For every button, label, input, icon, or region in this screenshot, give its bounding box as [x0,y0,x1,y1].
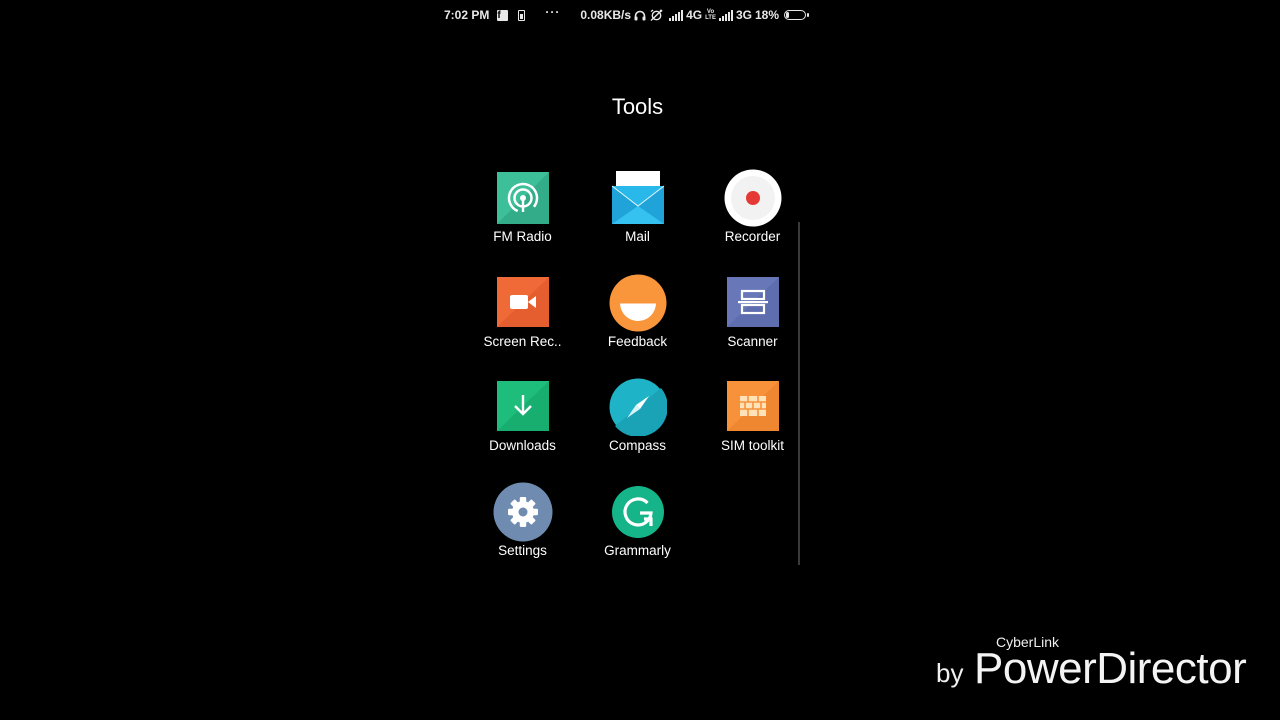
app-grammarly[interactable]: Grammarly [580,482,695,587]
scanner-icon [723,273,783,333]
download-icon [493,377,553,437]
signal-icon [718,9,733,21]
fm-radio-icon [493,168,553,228]
signal-icon [669,9,684,21]
facebook-icon: f [497,9,509,21]
app-label: Screen Rec.. [483,333,562,349]
app-recorder[interactable]: Recorder [695,168,810,273]
app-label: Scanner [727,333,778,349]
recorder-icon [723,168,783,228]
app-label: SIM toolkit [720,438,785,453]
app-label: Feedback [607,333,668,349]
volte-indicator: Vo LTE [705,9,716,21]
clipboard-icon [518,9,526,21]
mail-icon [608,168,668,228]
app-compass[interactable]: Compass [580,377,695,482]
sim-card-icon [723,377,783,437]
folder-title[interactable]: Tools [0,94,1275,120]
app-label: Mail [625,229,650,244]
app-label: Compass [608,438,667,453]
compass-icon [608,377,668,437]
app-feedback[interactable]: Feedback [580,273,695,378]
app-grid: FM Radio Mail Recorder Screen Rec.. Feed… [465,168,811,586]
app-sim-toolkit[interactable]: SIM toolkit [695,377,810,482]
folder-scrollbar[interactable] [798,222,800,565]
grammarly-icon [608,482,668,542]
powerdirector-watermark: CyberLink by PowerDirector [930,634,1250,694]
gear-icon [493,482,553,542]
app-scanner[interactable]: Scanner [695,273,810,378]
app-downloads[interactable]: Downloads [465,377,580,482]
app-label: Recorder [724,229,781,244]
feedback-icon [608,273,668,333]
app-label: Grammarly [604,542,671,558]
alarm-off-icon [650,9,663,21]
battery-icon [784,10,810,20]
watermark-product: PowerDirector [974,644,1247,693]
watermark-by: by [936,658,964,688]
status-time: 7:02 PM [444,8,490,22]
headphones-icon [634,10,646,21]
app-fm-radio[interactable]: FM Radio [465,168,580,273]
app-label: FM Radio [493,229,552,244]
app-screen-recorder[interactable]: Screen Rec.. [465,273,580,378]
app-settings[interactable]: Settings [465,482,580,587]
network-speed: 0.08KB/s [580,8,632,22]
overflow-dots: ··· [545,5,561,19]
app-label: Downloads [489,438,556,453]
screen-recorder-icon [493,273,553,333]
sim2-network: 3G [735,8,752,22]
status-bar: 7:02 PM f ··· 0.08KB/s 4G Vo LTE 3G 18% [444,5,836,24]
app-mail[interactable]: Mail [580,168,695,273]
battery-percent: 18% [754,8,780,22]
app-label: Settings [498,542,547,558]
sim1-network: 4G [686,8,703,22]
